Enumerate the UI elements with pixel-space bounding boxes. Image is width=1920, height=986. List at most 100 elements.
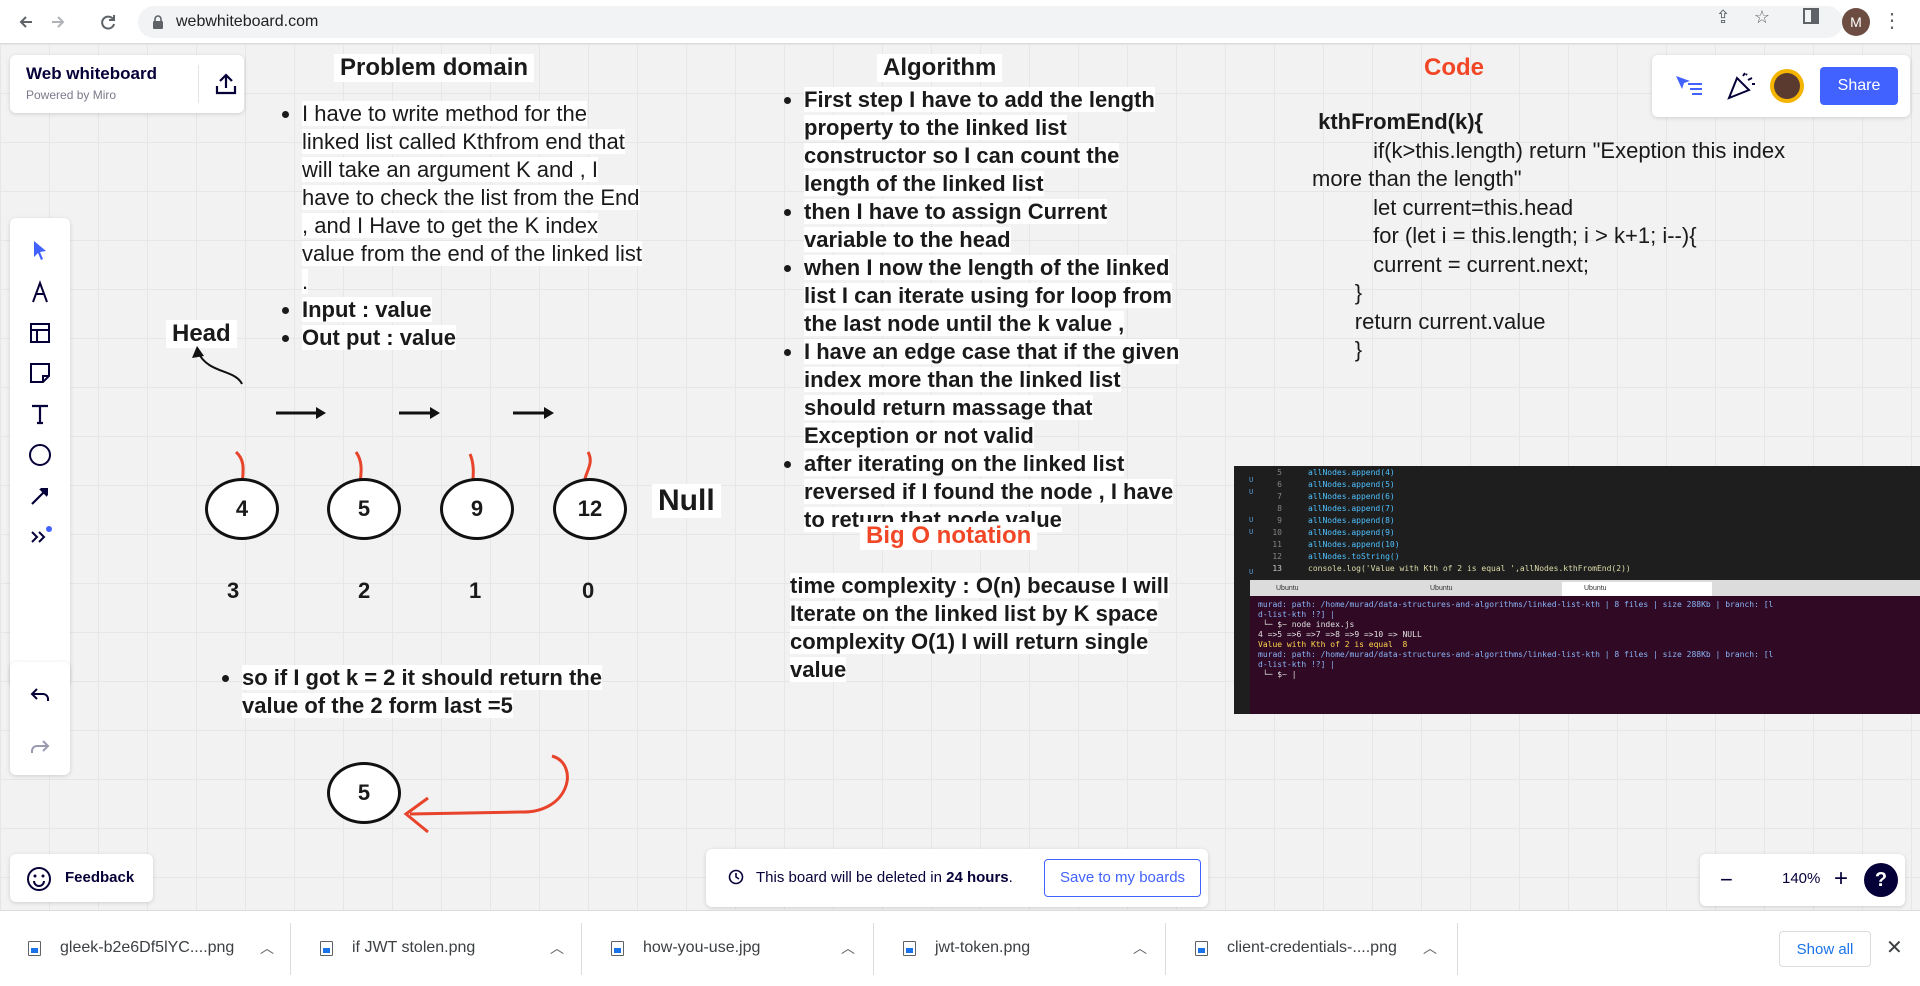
cursor-list-icon[interactable] bbox=[1674, 73, 1704, 104]
smile-icon bbox=[27, 867, 51, 891]
celebrate-icon[interactable] bbox=[1726, 71, 1756, 106]
template-icon[interactable] bbox=[25, 318, 55, 348]
notice-text: This board will be deleted in 24 hours. bbox=[756, 869, 1013, 886]
redo-icon[interactable] bbox=[25, 732, 55, 762]
show-all-button[interactable]: Show all bbox=[1779, 931, 1871, 967]
close-icon[interactable]: ✕ bbox=[1886, 935, 1903, 960]
algorithm-bullets: First step I have to add the length prop… bbox=[780, 86, 1190, 534]
download-item[interactable]: client-credentials-....png ︿ bbox=[1195, 911, 1445, 986]
download-item[interactable]: if JWT stolen.png ︿ bbox=[320, 911, 570, 986]
side-panel-icon[interactable] bbox=[1801, 8, 1821, 26]
collaborator-avatar[interactable] bbox=[1770, 69, 1804, 103]
undo-redo-toolbar bbox=[10, 662, 70, 775]
terminal-tab[interactable]: Ubuntu bbox=[1408, 582, 1558, 596]
zoom-level[interactable]: 140% bbox=[1782, 870, 1820, 887]
browser-menu-icon[interactable]: ⋮ bbox=[1882, 8, 1902, 36]
sticky-note-icon[interactable] bbox=[25, 358, 55, 388]
terminal-tabs: Ubuntu Ubuntu Ubuntu bbox=[1250, 580, 1920, 596]
brand-panel: Web whiteboard Powered by Miro bbox=[10, 55, 244, 113]
terminal-tab[interactable]: Ubuntu bbox=[1562, 582, 1712, 596]
linked-list-node: 4 bbox=[205, 478, 279, 540]
select-cursor-icon[interactable] bbox=[25, 235, 55, 265]
pen-icon[interactable] bbox=[25, 277, 55, 307]
image-file-icon bbox=[28, 941, 41, 956]
big-o-text: time complexity : O(n) because I will It… bbox=[790, 573, 1169, 682]
download-filename: jwt-token.png bbox=[935, 939, 1031, 956]
forward-icon[interactable] bbox=[44, 8, 72, 36]
code-line: if(k>this.length) return "Exeption this … bbox=[1312, 137, 1786, 163]
clock-icon bbox=[728, 869, 744, 885]
list-item: I have to write method for the linked li… bbox=[302, 100, 648, 296]
big-o-heading: Big O notation bbox=[860, 522, 1038, 550]
zoom-controls: − 140% + ? bbox=[1700, 854, 1905, 906]
feedback-button[interactable]: Feedback bbox=[10, 854, 153, 902]
node-index: 2 bbox=[358, 578, 371, 603]
reload-icon[interactable] bbox=[94, 8, 122, 36]
download-filename: how-you-use.jpg bbox=[643, 939, 761, 956]
profile-avatar[interactable]: M bbox=[1842, 8, 1870, 36]
code-line: current = current.next; bbox=[1312, 251, 1589, 277]
code-line: return current.value bbox=[1312, 308, 1546, 334]
code-heading: Code bbox=[1424, 54, 1484, 81]
chevron-up-icon[interactable]: ︿ bbox=[1423, 938, 1437, 958]
feedback-label: Feedback bbox=[65, 869, 135, 886]
url-text: webwhiteboard.com bbox=[176, 13, 319, 30]
download-item[interactable]: gleek-b2e6Df5lYC....png ︿ bbox=[28, 911, 278, 986]
more-tools-icon[interactable] bbox=[25, 522, 55, 552]
brand-subtitle: Powered by Miro bbox=[26, 88, 117, 102]
algorithm-heading: Algorithm bbox=[877, 54, 1003, 82]
problem-domain-heading: Problem domain bbox=[334, 54, 535, 82]
list-item: I have an edge case that if the given in… bbox=[804, 338, 1190, 450]
undo-icon[interactable] bbox=[25, 680, 55, 710]
code-line: } bbox=[1312, 280, 1363, 305]
code-line: for (let i = this.length; i > k+1; i--){ bbox=[1312, 223, 1697, 248]
chevron-up-icon[interactable]: ︿ bbox=[260, 938, 274, 958]
download-item[interactable]: how-you-use.jpg ︿ bbox=[611, 911, 861, 986]
image-file-icon bbox=[903, 941, 916, 956]
divider bbox=[198, 65, 199, 103]
text-tool-icon[interactable] bbox=[25, 399, 55, 429]
shape-circle-icon[interactable] bbox=[25, 440, 55, 470]
terminal-tab[interactable]: Ubuntu bbox=[1254, 582, 1404, 596]
board-expiry-notice: This board will be deleted in 24 hours. … bbox=[706, 849, 1208, 907]
code-line: } bbox=[1312, 337, 1363, 362]
code-line: kthFromEnd(k){ bbox=[1312, 109, 1484, 134]
chevron-up-icon[interactable]: ︿ bbox=[1133, 938, 1147, 958]
save-to-boards-button[interactable]: Save to my boards bbox=[1044, 859, 1202, 897]
downloads-shelf: gleek-b2e6Df5lYC....png ︿ if JWT stolen.… bbox=[0, 910, 1920, 986]
code-snippet: kthFromEnd(k){ if(k>this.length) return … bbox=[1312, 108, 1872, 365]
bookmark-star-icon[interactable]: ☆ bbox=[1752, 8, 1772, 26]
linked-list-node: 9 bbox=[440, 478, 514, 540]
tools-toolbar bbox=[10, 218, 70, 686]
download-filename: gleek-b2e6Df5lYC....png bbox=[60, 939, 235, 956]
list-item: Input : value bbox=[302, 296, 648, 324]
terminal-output: murad: path: /home/murad/data-structures… bbox=[1250, 596, 1920, 714]
image-file-icon bbox=[1195, 941, 1208, 956]
whiteboard-canvas[interactable]: Web whiteboard Powered by Miro Share Pro… bbox=[0, 44, 1920, 910]
brand-title: Web whiteboard bbox=[26, 64, 157, 83]
list-item: when I now the length of the linked list… bbox=[804, 254, 1190, 338]
result-arrow bbox=[403, 754, 569, 834]
code-line: more than the length" bbox=[1312, 166, 1522, 191]
browser-toolbar: webwhiteboard.com ⇪ ☆ M ⋮ bbox=[0, 0, 1920, 44]
image-file-icon bbox=[611, 941, 624, 956]
back-icon[interactable] bbox=[12, 8, 40, 36]
download-item[interactable]: jwt-token.png ︿ bbox=[903, 911, 1153, 986]
share-page-icon[interactable]: ⇪ bbox=[1713, 8, 1733, 26]
connector-arrow-icon[interactable] bbox=[25, 481, 55, 511]
export-upload-icon[interactable] bbox=[213, 71, 239, 97]
list-item: then I have to assign Current variable t… bbox=[804, 198, 1190, 254]
zoom-in-icon[interactable]: + bbox=[1834, 867, 1848, 891]
editor-pane: UU UU U 5 allNodes.append(4) 6 allNodes.ap… bbox=[1234, 466, 1920, 580]
download-filename: if JWT stolen.png bbox=[352, 939, 476, 956]
node-index: 3 bbox=[227, 578, 240, 603]
help-icon[interactable]: ? bbox=[1864, 863, 1898, 897]
zoom-out-icon[interactable]: − bbox=[1720, 869, 1733, 891]
lock-icon bbox=[153, 15, 163, 29]
linked-list-node: 12 bbox=[553, 478, 627, 540]
chevron-up-icon[interactable]: ︿ bbox=[841, 938, 855, 958]
share-button[interactable]: Share bbox=[1820, 67, 1898, 105]
address-bar[interactable]: webwhiteboard.com bbox=[138, 6, 1843, 38]
terminal-screenshot: UU UU U 5 allNodes.append(4) 6 allNodes.ap… bbox=[1234, 466, 1920, 714]
chevron-up-icon[interactable]: ︿ bbox=[550, 938, 564, 958]
